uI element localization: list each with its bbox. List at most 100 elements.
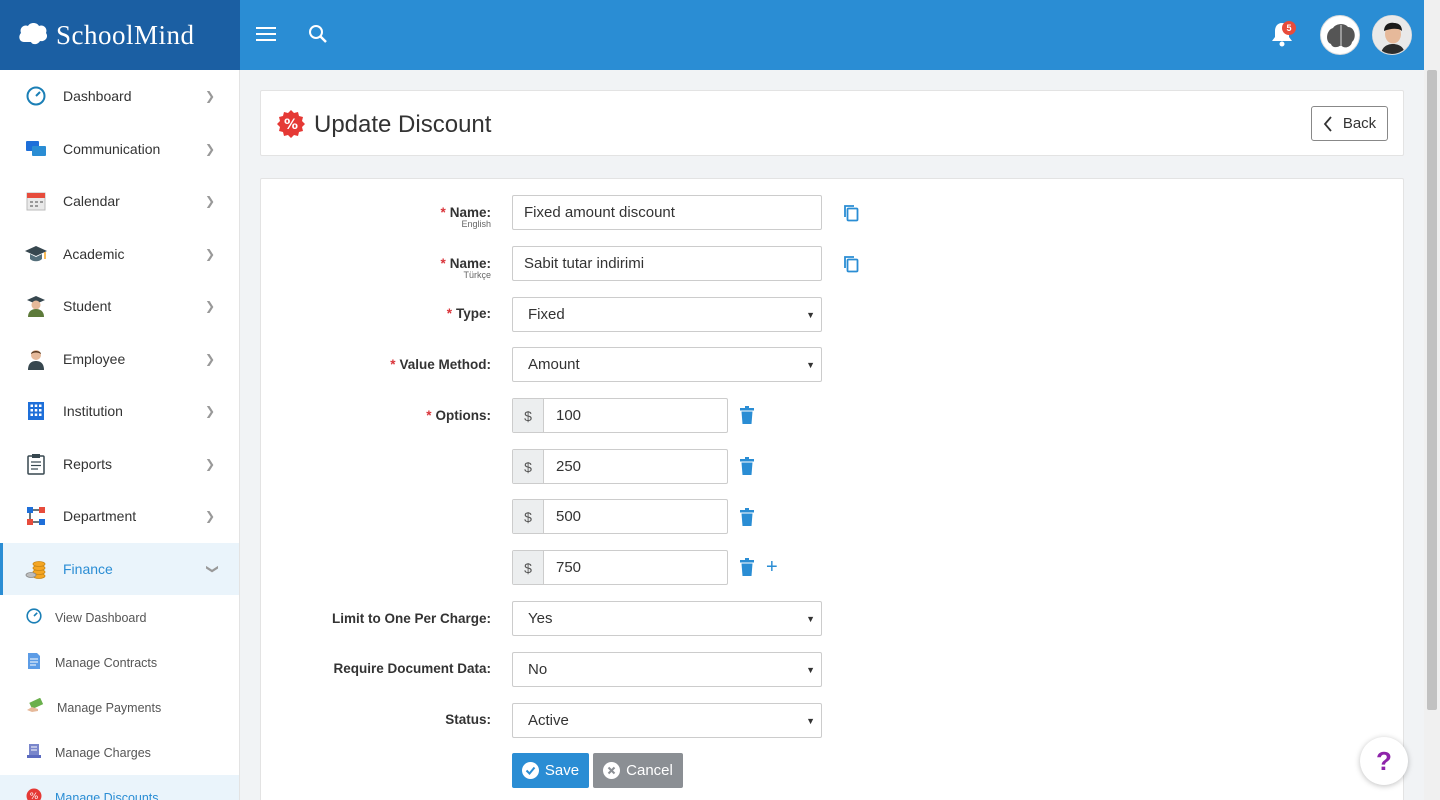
sidebar-item-dashboard[interactable]: Dashboard ❯ — [0, 70, 239, 123]
sidebar-item-institution[interactable]: Institution ❯ — [0, 385, 239, 438]
chat-icon — [24, 137, 48, 161]
sidebar-item-finance[interactable]: Finance ❯ — [0, 542, 239, 595]
require-doc-select[interactable]: No ▼ — [512, 652, 822, 687]
back-button-label: Back — [1342, 115, 1377, 132]
limit-select-value: Yes — [528, 610, 553, 627]
sidebar-subitem-label: View Dashboard — [55, 610, 147, 625]
sidebar-subitem-manage-charges[interactable]: Manage Charges — [0, 730, 239, 775]
name-label-text: Name: — [449, 256, 491, 271]
value-method-label: * Value Method: — [390, 357, 491, 372]
search-icon — [308, 24, 328, 47]
option-value-input[interactable]: 500 — [544, 500, 727, 533]
sidebar-item-label: Finance — [63, 560, 113, 577]
svg-text:%: % — [284, 117, 298, 133]
sidebar-item-label: Department — [63, 508, 137, 525]
vertical-scrollbar[interactable] — [1424, 0, 1440, 800]
add-option-plus-icon[interactable]: + — [766, 557, 778, 577]
limit-label: Limit to One Per Charge: — [331, 611, 491, 626]
trash-icon[interactable] — [740, 508, 754, 529]
cancel-button[interactable]: Cancel — [593, 753, 683, 788]
employee-icon — [24, 347, 48, 371]
notifications-button[interactable]: 5 — [1264, 0, 1300, 70]
trash-icon[interactable] — [740, 457, 754, 478]
sidebar-item-student[interactable]: Student ❯ — [0, 280, 239, 333]
sidebar-item-department[interactable]: Department ❯ — [0, 490, 239, 543]
sidebar-item-communication[interactable]: Communication ❯ — [0, 123, 239, 176]
name-english-input[interactable]: Fixed amount discount — [512, 195, 822, 230]
school-avatar[interactable] — [1320, 15, 1360, 55]
save-button-label: Save — [544, 762, 580, 779]
copy-icon[interactable] — [843, 204, 859, 225]
options-label: * Options: — [426, 408, 491, 423]
status-select[interactable]: Active ▼ — [512, 703, 822, 738]
close-circle-icon — [603, 762, 621, 779]
language-sublabel: Türkçe — [463, 270, 491, 280]
scrollbar-thumb[interactable] — [1427, 70, 1437, 710]
option-input-group[interactable]: $ 750 — [512, 550, 728, 585]
sidebar-item-label: Academic — [63, 245, 125, 262]
option-value-input[interactable]: 100 — [544, 399, 727, 432]
top-bar: SchoolMind 5 — [0, 0, 1424, 70]
menu-toggle-button[interactable] — [248, 0, 284, 70]
trash-icon[interactable] — [740, 558, 754, 579]
caret-down-icon: ▼ — [806, 614, 815, 624]
help-button[interactable]: ? — [1360, 737, 1408, 785]
sidebar-item-reports[interactable]: Reports ❯ — [0, 438, 239, 491]
caret-down-icon: ▼ — [806, 310, 815, 320]
sidebar: Dashboard ❯ Communication ❯ Calendar ❯ A… — [0, 70, 240, 800]
clipboard-icon — [24, 452, 48, 476]
value-method-select[interactable]: Amount ▼ — [512, 347, 822, 382]
coins-icon — [24, 557, 48, 581]
user-avatar[interactable] — [1372, 15, 1412, 55]
sidebar-item-employee[interactable]: Employee ❯ — [0, 333, 239, 386]
chevron-right-icon: ❯ — [205, 246, 216, 261]
required-marker: * — [390, 357, 396, 372]
chevron-right-icon: ❯ — [205, 89, 216, 104]
sidebar-subitem-label: Manage Charges — [55, 745, 151, 760]
search-button[interactable] — [300, 0, 336, 70]
option-value-input[interactable]: 750 — [544, 551, 727, 584]
chevron-right-icon: ❯ — [205, 141, 216, 156]
save-button[interactable]: Save — [512, 753, 589, 788]
required-marker: * — [440, 256, 446, 271]
sidebar-item-calendar[interactable]: Calendar ❯ — [0, 175, 239, 228]
option-input-group[interactable]: $ 250 — [512, 449, 728, 484]
currency-addon: $ — [513, 450, 544, 483]
page-title: Update Discount — [314, 111, 492, 138]
back-button[interactable]: Back — [1311, 106, 1388, 141]
name-label-text: Name: — [449, 205, 491, 220]
cancel-button-label: Cancel — [626, 762, 673, 779]
currency-addon: $ — [513, 551, 544, 584]
sidebar-item-label: Dashboard — [63, 88, 132, 105]
sidebar-subitem-label: Manage Discounts — [55, 790, 159, 800]
option-input-group[interactable]: $ 100 — [512, 398, 728, 433]
check-circle-icon — [521, 762, 539, 779]
name-turkish-input[interactable]: Sabit tutar indirimi — [512, 246, 822, 281]
sidebar-subitem-manage-discounts[interactable]: % Manage Discounts — [0, 775, 239, 800]
caret-down-icon: ▼ — [806, 360, 815, 370]
chevron-right-icon: ❯ — [205, 509, 216, 524]
status-select-value: Active — [528, 712, 569, 729]
sidebar-subitem-manage-contracts[interactable]: Manage Contracts — [0, 640, 239, 685]
currency-addon: $ — [513, 500, 544, 533]
notification-count-badge: 5 — [1282, 21, 1296, 35]
type-select[interactable]: Fixed ▼ — [512, 297, 822, 332]
value-method-select-value: Amount — [528, 356, 580, 373]
status-label: Status: — [445, 712, 491, 727]
copy-icon[interactable] — [843, 255, 859, 276]
sidebar-subitem-manage-payments[interactable]: Manage Payments — [0, 685, 239, 730]
money-hand-icon — [26, 697, 44, 717]
chevron-right-icon: ❯ — [205, 299, 216, 314]
option-value-input[interactable]: 250 — [544, 450, 727, 483]
limit-select[interactable]: Yes ▼ — [512, 601, 822, 636]
chevron-right-icon: ❯ — [205, 194, 216, 209]
sidebar-subitem-view-dashboard[interactable]: View Dashboard — [0, 595, 239, 640]
caret-down-icon: ▼ — [806, 665, 815, 675]
option-input-group[interactable]: $ 500 — [512, 499, 728, 534]
sidebar-item-academic[interactable]: Academic ❯ — [0, 228, 239, 281]
dashboard-icon — [26, 608, 42, 627]
brand-logo[interactable]: SchoolMind — [0, 0, 240, 70]
brain-logo-icon — [18, 22, 48, 49]
trash-icon[interactable] — [740, 406, 754, 427]
type-select-value: Fixed — [528, 306, 565, 323]
